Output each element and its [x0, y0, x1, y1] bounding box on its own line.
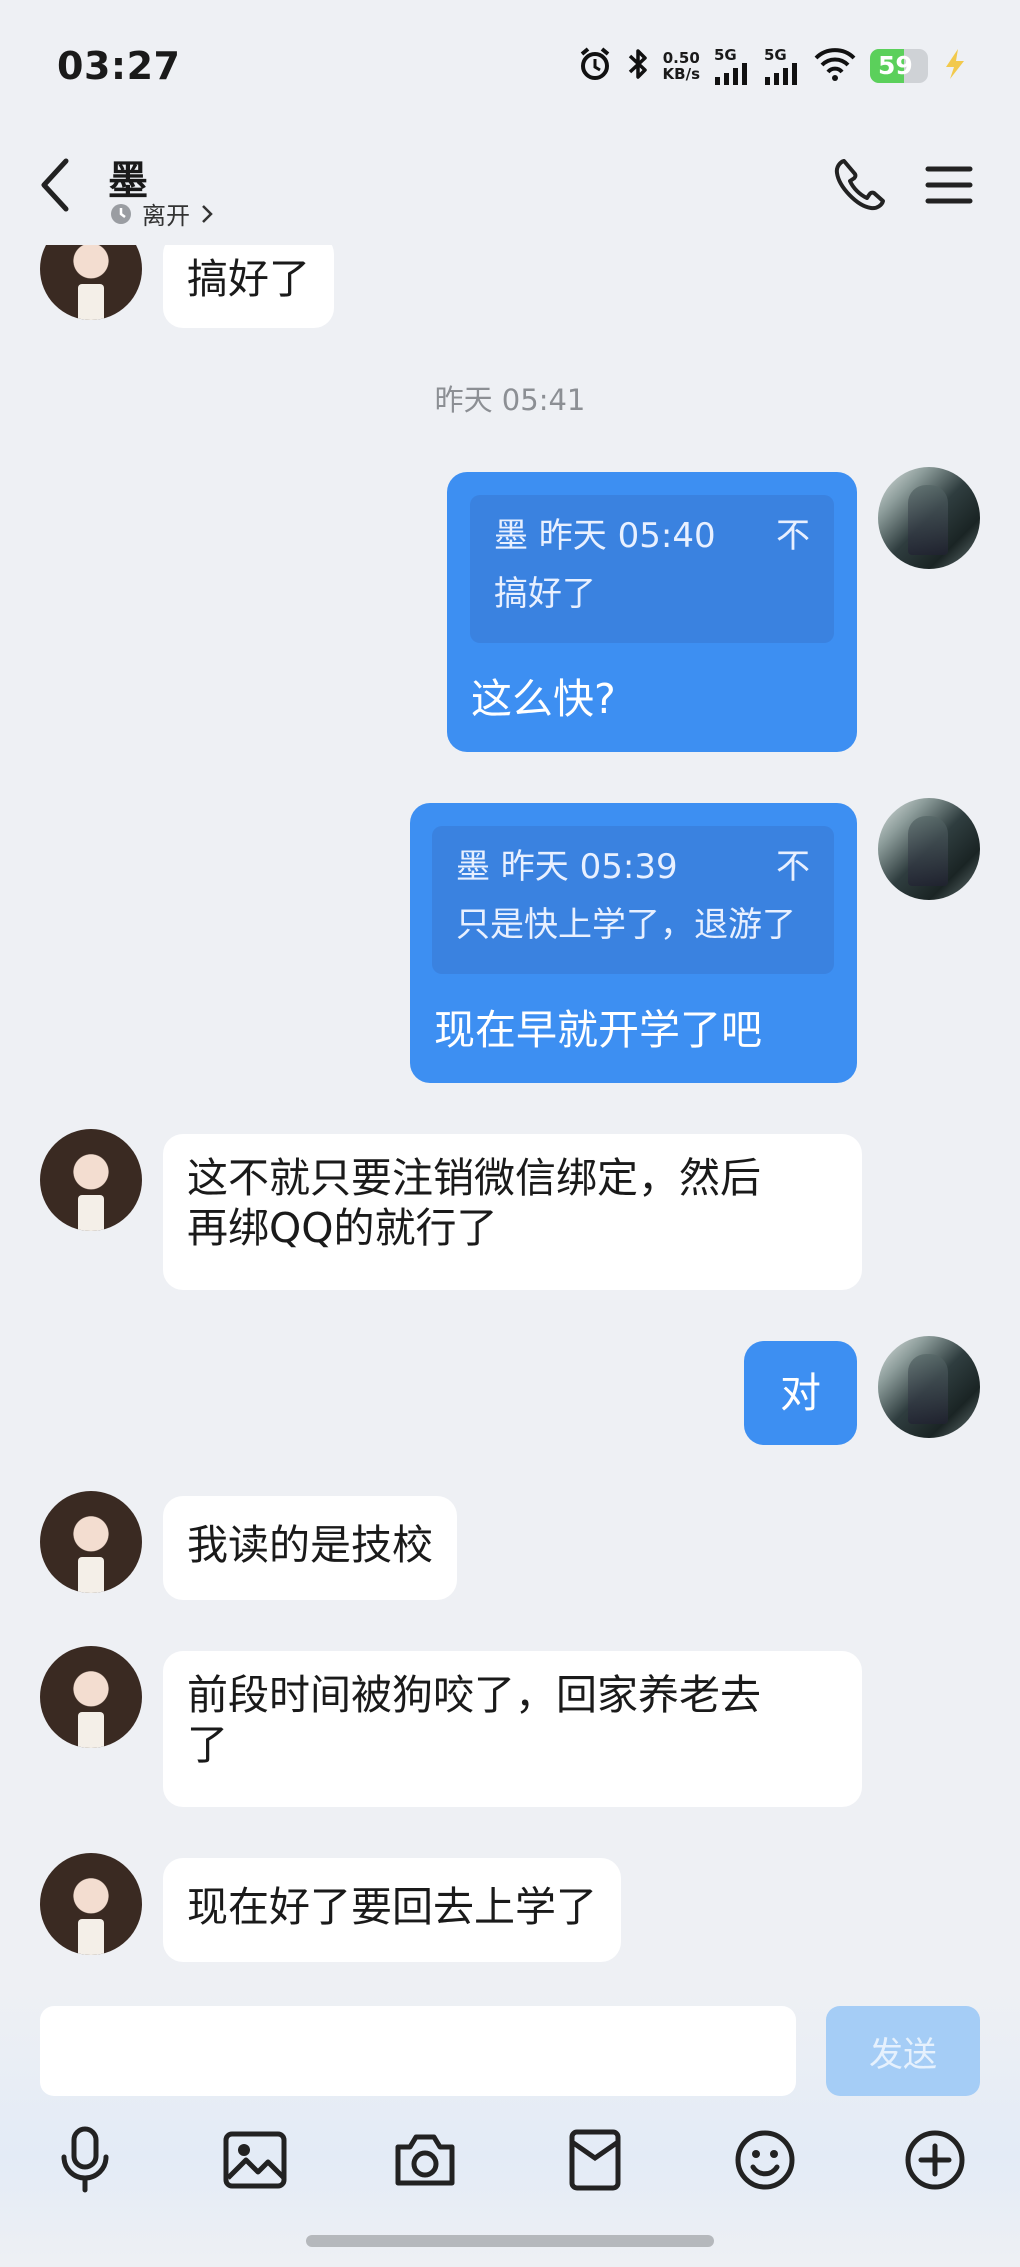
message-bubble-incoming[interactable]: 现在好了要回去上学了 — [163, 1858, 621, 1962]
message-text: 现在好了要回去上学了 — [187, 1883, 597, 1931]
red-packet-icon — [569, 2129, 621, 2191]
battery-indicator: 59 — [870, 49, 928, 83]
status-time: 03:27 — [57, 44, 181, 88]
message-bubble-outgoing[interactable]: 墨 昨天 05:39 不 只是快上学了，退游了 现在早就开学了吧 — [410, 803, 857, 1083]
message-text-line: 了 — [187, 1721, 228, 1769]
message-bubble-incoming[interactable]: 搞好了 — [163, 234, 334, 328]
my-avatar[interactable] — [878, 467, 980, 569]
charging-icon — [942, 47, 968, 85]
status-bar: 03:27 0.50 KB/s 5G 5G 59 — [0, 0, 1020, 130]
chat-header: 墨 离开 — [0, 130, 1020, 245]
message-text: 我读的是技校 — [187, 1521, 433, 1569]
quoted-message-header: 墨 昨天 05:39 — [456, 847, 678, 887]
red-packet-button[interactable] — [555, 2120, 635, 2200]
message-text: 搞好了 — [187, 255, 310, 303]
message-bubble-incoming[interactable]: 这不就只要注销微信绑定，然后 再绑QQ的就行了 — [163, 1134, 862, 1290]
message-text: 对 — [780, 1369, 821, 1417]
signal-icon: 5G — [714, 45, 750, 85]
more-button[interactable] — [895, 2120, 975, 2200]
network-speed: 0.50 KB/s — [663, 50, 700, 82]
camera-icon — [395, 2134, 455, 2186]
voice-button[interactable] — [45, 2120, 125, 2200]
bluetooth-icon — [627, 46, 649, 86]
phone-icon — [834, 159, 885, 211]
clock-icon — [111, 203, 131, 224]
quoted-message[interactable]: 墨 昨天 05:40 不 搞好了 — [470, 495, 834, 643]
signal-label: 5G — [764, 45, 787, 64]
composer: 发送 — [0, 1990, 1020, 2267]
quoted-message-text: 搞好了 — [494, 574, 596, 614]
back-button[interactable] — [30, 150, 80, 220]
contact-status-label: 离开 — [142, 202, 190, 230]
contact-avatar[interactable] — [40, 1853, 142, 1955]
message-bubble-incoming[interactable]: 前段时间被狗咬了，回家养老去 了 — [163, 1651, 862, 1807]
contact-avatar[interactable] — [40, 1646, 142, 1748]
emoji-icon — [735, 2130, 795, 2190]
emoji-button[interactable] — [725, 2120, 805, 2200]
my-avatar[interactable] — [878, 798, 980, 900]
signal-icon: 5G — [764, 45, 800, 85]
send-button[interactable]: 发送 — [826, 2006, 980, 2096]
message-bubble-outgoing[interactable]: 墨 昨天 05:40 不 搞好了 这么快? — [447, 472, 857, 752]
chevron-right-icon — [202, 204, 213, 223]
message-text-line: 前段时间被狗咬了，回家养老去 — [187, 1671, 761, 1719]
call-button[interactable] — [830, 155, 890, 215]
my-avatar[interactable] — [878, 1336, 980, 1438]
contact-avatar[interactable] — [40, 1491, 142, 1593]
message-bubble-outgoing[interactable]: 对 — [744, 1341, 857, 1445]
contact-status[interactable]: 离开 — [110, 196, 214, 231]
battery-level: 59 — [878, 51, 913, 80]
signal-label: 5G — [714, 45, 737, 64]
quoted-message[interactable]: 墨 昨天 05:39 不 只是快上学了，退游了 — [432, 826, 834, 974]
image-icon — [223, 2131, 287, 2189]
quoted-message-text: 只是快上学了，退游了 — [456, 905, 796, 945]
message-text-line: 再绑QQ的就行了 — [187, 1204, 498, 1252]
menu-button[interactable] — [922, 155, 976, 215]
message-text-line: 这不就只要注销微信绑定，然后 — [187, 1154, 761, 1202]
status-icons: 0.50 KB/s 5G 5G 59 — [577, 46, 968, 86]
image-button[interactable] — [215, 2120, 295, 2200]
chevron-left-icon — [41, 158, 69, 212]
quoted-message-header: 墨 昨天 05:40 — [494, 516, 716, 556]
message-text: 现在早就开学了吧 — [434, 1006, 762, 1054]
wifi-icon — [814, 47, 856, 85]
quoted-message-marker: 不 — [776, 847, 810, 887]
net-speed-value: 0.50 — [662, 49, 700, 67]
message-text: 这么快? — [471, 675, 616, 723]
net-speed-unit: KB/s — [662, 65, 700, 83]
home-indicator[interactable] — [306, 2235, 714, 2247]
message-input[interactable] — [40, 2006, 796, 2096]
contact-avatar[interactable] — [40, 1129, 142, 1231]
message-timestamp: 昨天 05:41 — [434, 383, 586, 417]
alarm-icon — [577, 46, 613, 86]
microphone-icon — [61, 2126, 109, 2193]
message-bubble-incoming[interactable]: 我读的是技校 — [163, 1496, 457, 1600]
hamburger-menu-icon — [925, 166, 973, 204]
plus-icon — [905, 2130, 965, 2190]
camera-button[interactable] — [385, 2120, 465, 2200]
quoted-message-marker: 不 — [776, 516, 810, 556]
